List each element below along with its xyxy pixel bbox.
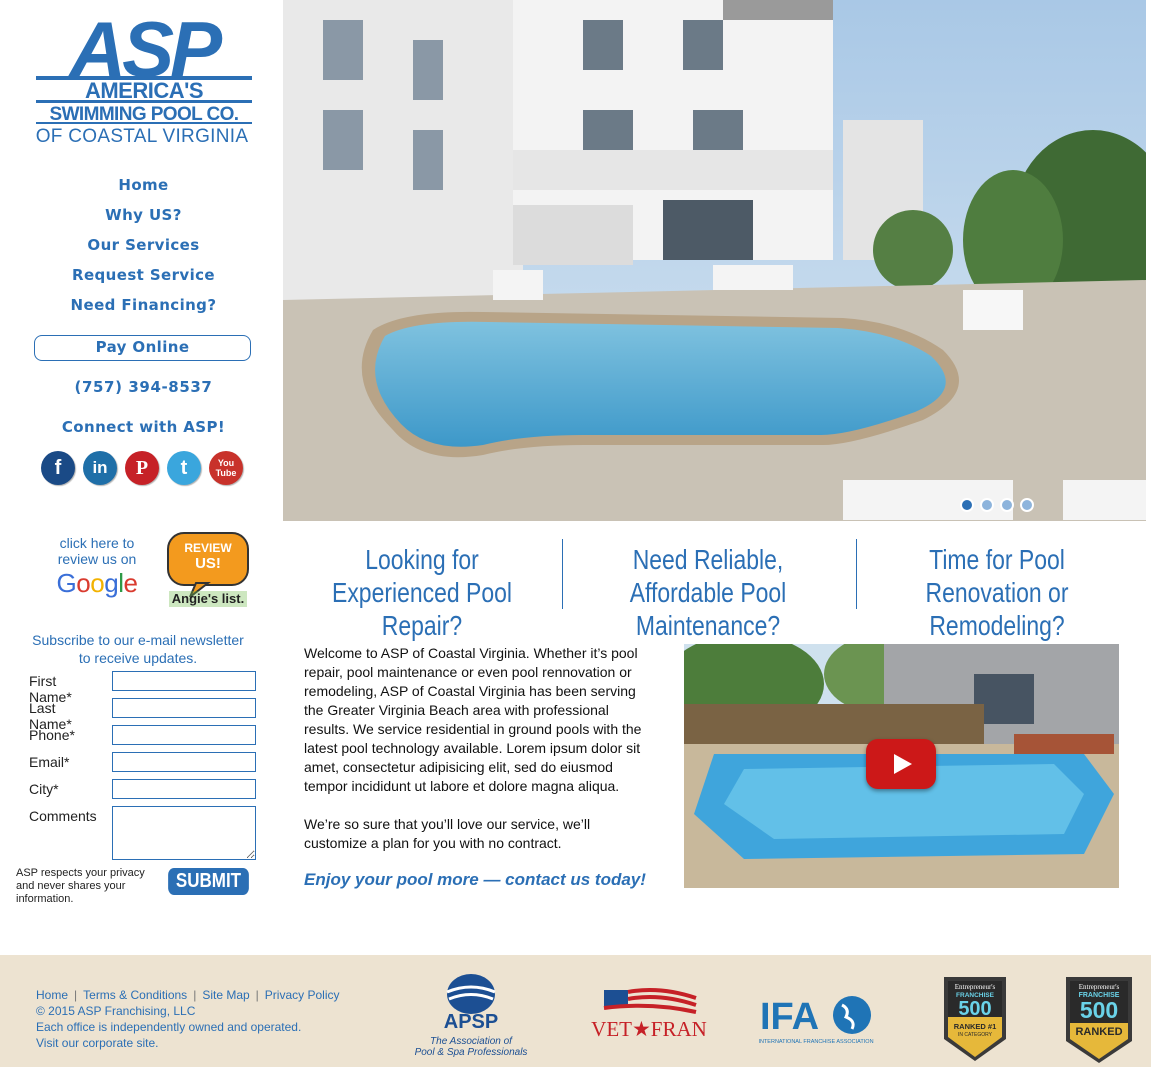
pinterest-icon[interactable]: P — [125, 451, 159, 485]
ent-num-2: 500 — [1080, 997, 1118, 1023]
slider-dot[interactable] — [960, 498, 974, 512]
footer-link-sitemap[interactable]: Site Map — [202, 988, 249, 1002]
footer-link-privacy[interactable]: Privacy Policy — [265, 988, 340, 1002]
ent-top-2: Entrepreneur's — [1079, 983, 1120, 991]
pay-online-button[interactable]: Pay Online — [34, 335, 251, 361]
footer-link-terms[interactable]: Terms & Conditions — [83, 988, 187, 1002]
email-input[interactable] — [112, 752, 256, 772]
headline-pool-repair[interactable]: Looking for Experienced Pool Repair? — [315, 543, 528, 642]
facebook-icon[interactable]: f — [41, 451, 75, 485]
headline-pool-renovation[interactable]: Time for Pool Renovation or Remodeling? — [886, 543, 1107, 642]
phone-label: Phone* — [29, 727, 75, 743]
headline-divider — [856, 539, 857, 609]
nav-home[interactable]: Home — [0, 172, 287, 202]
ent-rank-1: RANKED #1 — [954, 1022, 997, 1031]
submit-button[interactable]: SUBMIT — [168, 868, 249, 895]
logo-line1: AMERICA'S — [85, 78, 203, 103]
google-review-link[interactable]: click here to review us on Google — [46, 535, 148, 607]
slider-dot[interactable] — [1020, 498, 1034, 512]
ent-top-1: Entrepreneur's — [955, 983, 996, 991]
vetfran-name: VET★FRAN — [591, 1017, 707, 1041]
copyright: © 2015 ASP Franchising, LLC — [36, 1004, 196, 1018]
city-input[interactable] — [112, 779, 256, 799]
google-logo: Google — [56, 568, 138, 598]
ent-rank-2: RANKED — [1075, 1026, 1122, 1038]
logo-line2: SWIMMING POOL CO. — [50, 104, 239, 125]
nav-need-financing[interactable]: Need Financing? — [0, 292, 287, 322]
angies-list-label: Angie's list. — [172, 591, 244, 606]
vetfran-logo[interactable]: VET★FRAN — [590, 988, 708, 1042]
ent-rank-1-sub: IN CATEGORY — [958, 1032, 993, 1038]
hero-slider[interactable] — [283, 0, 1146, 521]
contact-cta[interactable]: Enjoy your pool more — contact us today! — [304, 870, 646, 890]
newsletter-intro: Subscribe to our e-mail newsletter to re… — [32, 632, 244, 666]
apsp-sub1: The Association of — [430, 1036, 513, 1047]
entrepreneur-500-ranked-1-badge[interactable]: Entrepreneur's FRANCHISE 500 RANKED #1 I… — [942, 975, 1008, 1063]
logo-line3: OF COASTAL VIRGINIA — [36, 126, 249, 146]
comments-label: Comments — [29, 808, 97, 824]
connect-heading: Connect with ASP! — [61, 418, 226, 436]
phone-input[interactable] — [112, 725, 256, 745]
angies-list-review-link[interactable]: REVIEW US! Angie's list. — [166, 531, 250, 609]
twitter-icon[interactable]: t — [167, 451, 201, 485]
independent-note: Each office is independently owned and o… — [36, 1020, 302, 1034]
google-review-text: click here to review us on — [57, 535, 137, 567]
sidebar: ASP AMERICA'S SWIMMING POOL CO. OF COAST… — [0, 0, 283, 955]
footer-links: Home | Terms & Conditions | Site Map | Privacy… — [36, 988, 340, 1002]
footer-link-home[interactable]: Home — [36, 988, 68, 1002]
video-player[interactable] — [684, 644, 1119, 888]
ifa-logo[interactable]: IFA INTERNATIONAL FRANCHISE ASSOCIATION — [758, 991, 880, 1047]
slider-dot[interactable] — [1000, 498, 1014, 512]
welcome-paragraph-2: We’re so sure that you’ll love our servi… — [304, 816, 591, 851]
apsp-name: APSP — [444, 1011, 498, 1033]
welcome-text: Welcome to ASP of Coastal Virginia. Whet… — [304, 644, 652, 872]
welcome-paragraph-1: Welcome to ASP of Coastal Virginia. Whet… — [304, 645, 642, 794]
last-name-input[interactable] — [112, 698, 256, 718]
phone-number[interactable]: (757) 394-8537 — [0, 378, 287, 396]
ifa-name: IFA — [760, 996, 819, 1038]
nav-why-us[interactable]: Why US? — [0, 202, 287, 232]
slider-dot[interactable] — [980, 498, 994, 512]
asp-logo[interactable]: ASP AMERICA'S SWIMMING POOL CO. OF COAST… — [32, 14, 256, 146]
privacy-note: ASP respects your privacy and never shar… — [16, 867, 145, 905]
hero-image — [283, 0, 1146, 521]
page: ASP AMERICA'S SWIMMING POOL CO. OF COAST… — [0, 0, 1151, 1067]
email-label: Email* — [29, 754, 70, 770]
youtube-icon[interactable]: You Tube — [209, 451, 243, 485]
first-name-input[interactable] — [112, 671, 256, 691]
main-nav: Home Why US? Our Services Request Servic… — [0, 172, 287, 322]
ent-num-1: 500 — [958, 998, 991, 1020]
headline-divider — [562, 539, 563, 609]
city-label: City* — [29, 781, 59, 797]
nav-request-service[interactable]: Request Service — [0, 262, 287, 292]
apsp-sub2: Pool & Spa Professionals — [415, 1047, 528, 1058]
headline-pool-maintenance[interactable]: Need Reliable, Affordable Pool Maintenan… — [592, 543, 825, 642]
corporate-site-link[interactable]: Visit our corporate site. — [36, 1036, 159, 1050]
footer: Home | Terms & Conditions | Site Map | Privacy… — [0, 955, 1151, 1067]
svg-text:US!: US! — [195, 555, 221, 572]
play-icon[interactable] — [866, 739, 936, 789]
apsp-logo[interactable]: APSP The Association of Pool & Spa Profe… — [405, 972, 535, 1060]
entrepreneur-500-ranked-badge[interactable]: Entrepreneur's FRANCHISE 500 RANKED — [1064, 975, 1134, 1065]
ifa-sub: INTERNATIONAL FRANCHISE ASSOCIATION — [758, 1039, 873, 1045]
comments-textarea[interactable] — [112, 806, 256, 860]
linkedin-icon[interactable]: in — [83, 451, 117, 485]
nav-our-services[interactable]: Our Services — [0, 232, 287, 262]
svg-text:REVIEW: REVIEW — [184, 541, 232, 555]
